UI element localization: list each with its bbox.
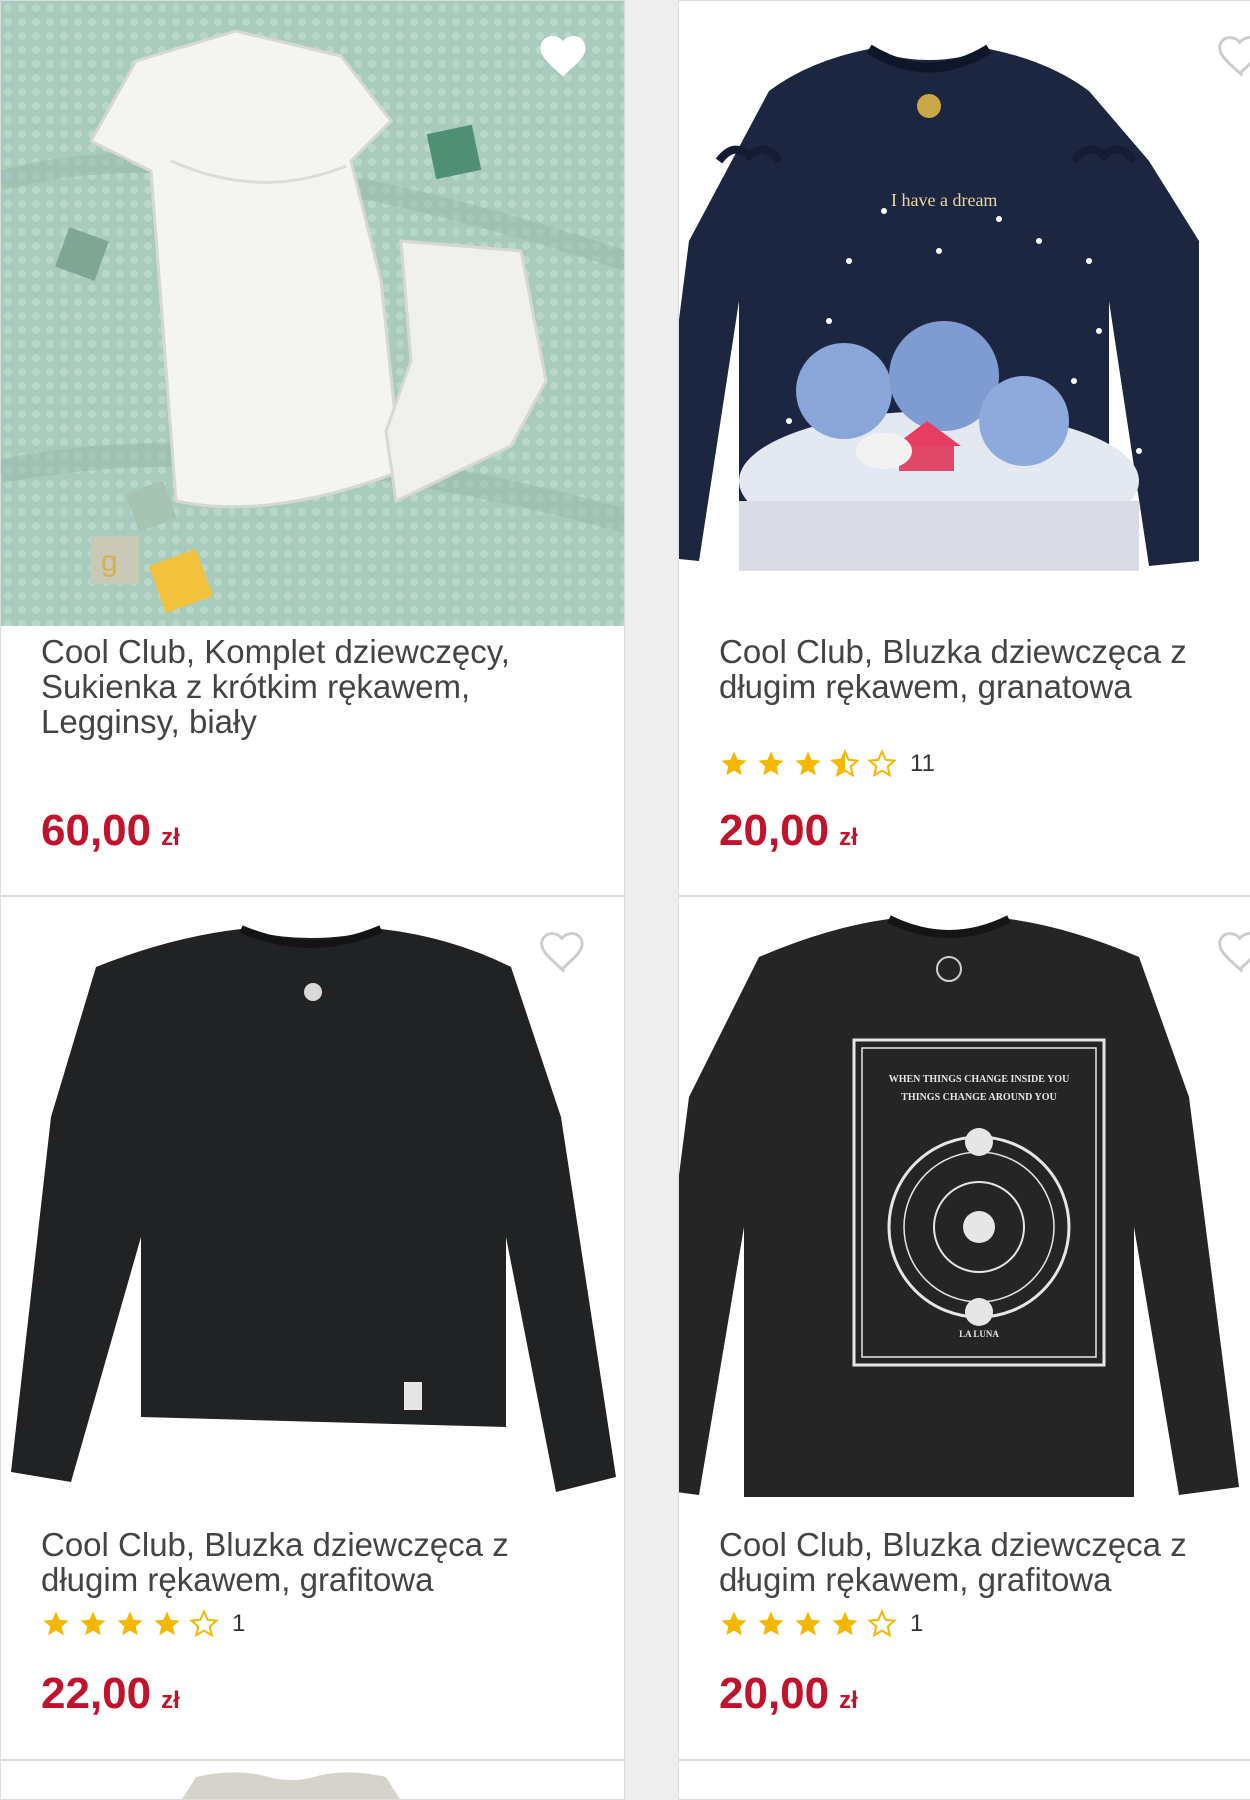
price-amount: 22,00 xyxy=(41,1669,152,1718)
product-image[interactable]: g xyxy=(1,1,624,626)
price-currency: zł xyxy=(161,824,180,851)
rating-stars: 1 xyxy=(41,1609,245,1639)
rating-stars: 1 xyxy=(719,1609,923,1639)
star-full-icon xyxy=(832,1611,858,1636)
product-image[interactable] xyxy=(1,1761,625,1800)
star-full-icon xyxy=(43,1611,69,1636)
star-full-icon xyxy=(721,1611,747,1636)
price-currency: zł xyxy=(161,1687,180,1714)
star-full-icon xyxy=(721,751,747,776)
product-image[interactable] xyxy=(1,897,624,1497)
shirt-print-text: WHEN THINGS CHANGE INSIDE YOU xyxy=(889,1074,1070,1085)
product-title[interactable]: Cool Club, Bluzka dziewczęca z długim rę… xyxy=(41,1527,581,1597)
product-card[interactable]: Cool Club, Bluzka dziewczęca z długim rę… xyxy=(0,896,625,1760)
shirt-print-text: THINGS CHANGE AROUND YOU xyxy=(901,1092,1056,1103)
star-empty-icon xyxy=(867,1609,897,1638)
product-price: 60,00 zł xyxy=(41,806,180,856)
star-half-icon xyxy=(830,749,860,778)
product-image[interactable]: WHEN THINGS CHANGE INSIDE YOU THINGS CHA… xyxy=(679,897,1250,1497)
favorite-heart-icon[interactable] xyxy=(1214,925,1250,975)
price-currency: zł xyxy=(839,1687,858,1714)
star-full-icon xyxy=(795,1611,821,1636)
rating-count: 1 xyxy=(232,1610,246,1637)
product-price: 20,00 zł xyxy=(719,806,858,856)
product-title[interactable]: Cool Club, Bluzka dziewczęca z długim rę… xyxy=(719,1527,1250,1597)
shirt-print-text: LA LUNA xyxy=(959,1329,999,1339)
rating-count: 1 xyxy=(910,1610,924,1637)
product-image[interactable]: I have a dream xyxy=(679,1,1250,601)
star-full-icon xyxy=(80,1611,106,1636)
product-price: 22,00 zł xyxy=(41,1669,180,1719)
price-amount: 20,00 xyxy=(719,806,830,855)
product-card[interactable] xyxy=(678,1760,1250,1800)
product-card[interactable]: WHEN THINGS CHANGE INSIDE YOU THINGS CHA… xyxy=(678,896,1250,1760)
price-amount: 60,00 xyxy=(41,806,152,855)
star-full-icon xyxy=(758,751,784,776)
product-card[interactable]: g Cool Club, Komplet dziewczęcy, Sukienk… xyxy=(0,0,625,896)
rating-count: 11 xyxy=(910,750,935,777)
favorite-heart-icon[interactable] xyxy=(536,29,590,79)
product-card[interactable]: I have a dream Cool Club, Bluzka dziewcz… xyxy=(678,0,1250,896)
star-full-icon xyxy=(154,1611,180,1636)
product-card[interactable] xyxy=(0,1760,625,1800)
favorite-heart-icon[interactable] xyxy=(536,925,590,975)
product-title[interactable]: Cool Club, Bluzka dziewczęca z długim rę… xyxy=(719,634,1250,704)
product-title[interactable]: Cool Club, Komplet dziewczęcy, Sukienka … xyxy=(41,634,581,739)
rating-stars: 11 xyxy=(719,749,935,779)
svg-text:g: g xyxy=(101,545,118,578)
price-amount: 20,00 xyxy=(719,1669,830,1718)
star-empty-icon xyxy=(189,1609,219,1638)
price-currency: zł xyxy=(839,824,858,851)
product-price: 20,00 zł xyxy=(719,1669,858,1719)
star-full-icon xyxy=(117,1611,143,1636)
shirt-print-text: I have a dream xyxy=(891,190,997,210)
favorite-heart-icon[interactable] xyxy=(1214,29,1250,79)
star-full-icon xyxy=(758,1611,784,1636)
star-empty-icon xyxy=(867,749,897,778)
star-full-icon xyxy=(795,751,821,776)
